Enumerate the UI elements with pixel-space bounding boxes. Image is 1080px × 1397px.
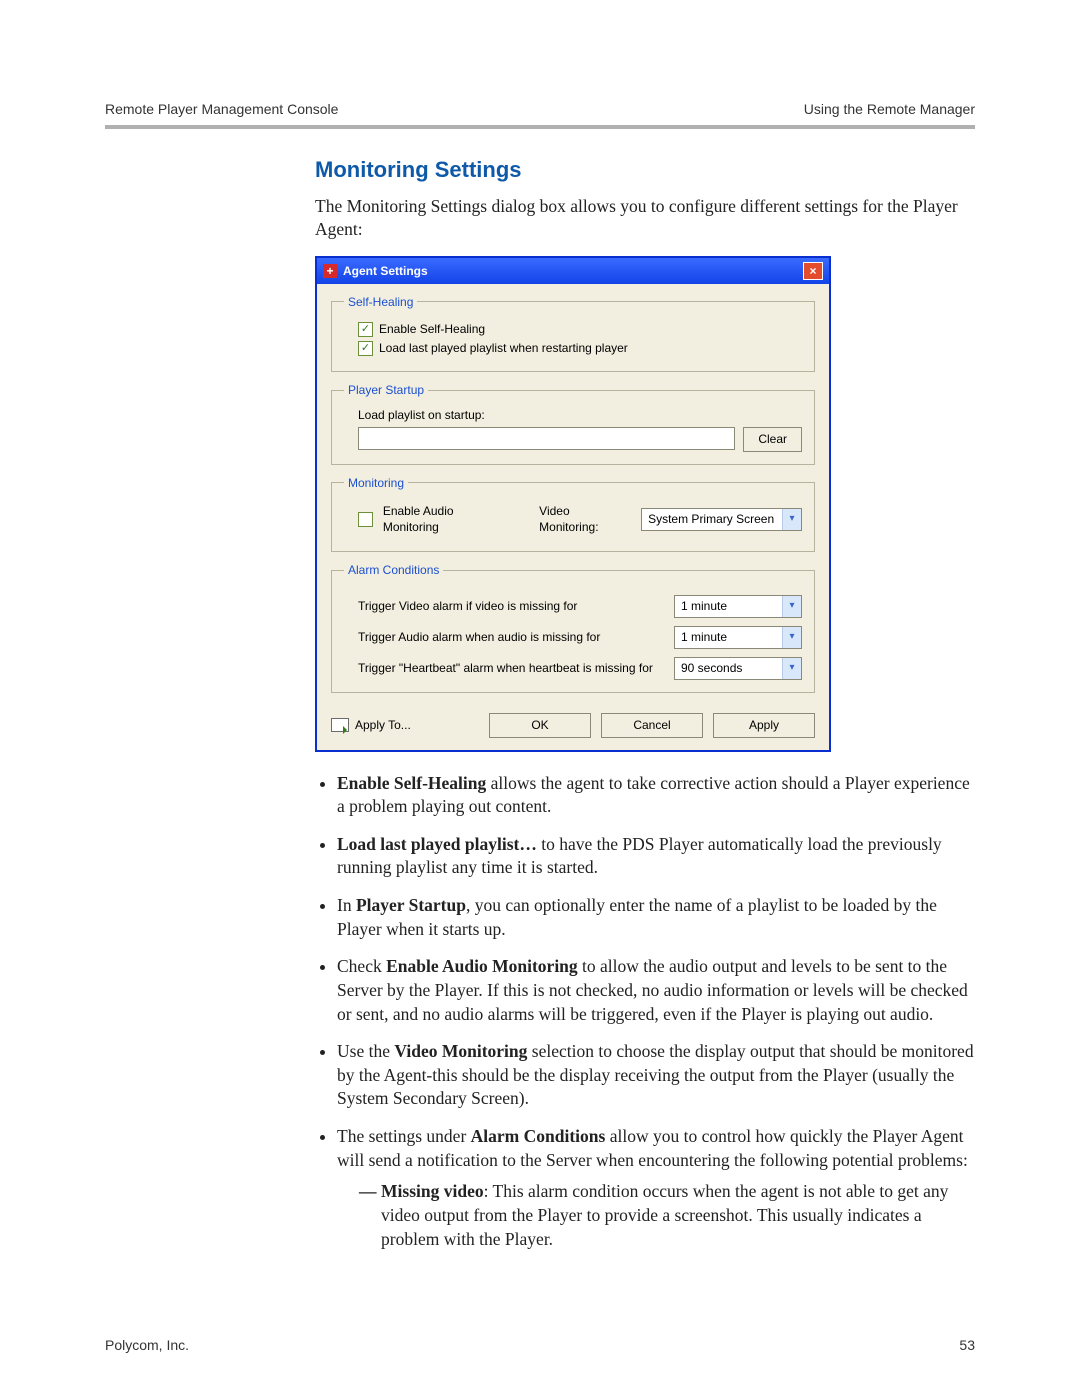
- checkbox-enable-audio-monitoring[interactable]: ✓: [358, 512, 373, 527]
- label-video-monitoring: Video Monitoring:: [539, 503, 631, 535]
- page-header: Remote Player Management Console Using t…: [105, 100, 975, 119]
- input-startup-playlist[interactable]: [358, 427, 735, 450]
- list-item: In Player Startup, you can optionally en…: [337, 894, 975, 941]
- label-enable-audio-monitoring: Enable Audio Monitoring: [383, 503, 511, 535]
- select-heartbeat-alarm-value: 90 seconds: [681, 660, 742, 676]
- list-item: Enable Self-Healing allows the agent to …: [337, 772, 975, 819]
- list-item: The settings under Alarm Conditions allo…: [337, 1125, 975, 1251]
- header-right: Using the Remote Manager: [804, 100, 975, 119]
- chevron-down-icon: ▾: [782, 596, 801, 617]
- section-title: Monitoring Settings: [315, 155, 975, 185]
- list-item: Check Enable Audio Monitoring to allow t…: [337, 955, 975, 1026]
- select-audio-alarm[interactable]: 1 minute ▾: [674, 626, 802, 649]
- checkbox-enable-self-healing[interactable]: ✓: [358, 322, 373, 337]
- term-missing-video: Missing video: [381, 1181, 484, 1201]
- text: Check: [337, 956, 386, 976]
- chevron-down-icon: ▾: [782, 658, 801, 679]
- legend-monitoring: Monitoring: [344, 475, 408, 491]
- page-number: 53: [959, 1336, 975, 1355]
- header-left: Remote Player Management Console: [105, 100, 338, 119]
- legend-alarm-conditions: Alarm Conditions: [344, 562, 443, 578]
- term-load-last-playlist: Load last played playlist…: [337, 834, 537, 854]
- chevron-down-icon: ▾: [782, 509, 801, 530]
- app-icon: +: [323, 264, 337, 278]
- cancel-button[interactable]: Cancel: [601, 713, 703, 738]
- group-monitoring: Monitoring ✓ Enable Audio Monitoring Vid…: [331, 475, 815, 553]
- select-video-monitoring-value: System Primary Screen: [648, 511, 774, 527]
- label-heartbeat-alarm: Trigger "Heartbeat" alarm when heartbeat…: [358, 660, 653, 676]
- select-video-alarm-value: 1 minute: [681, 598, 727, 614]
- group-self-healing: Self-Healing ✓ Enable Self-Healing ✓ Loa…: [331, 294, 815, 373]
- select-video-alarm[interactable]: 1 minute ▾: [674, 595, 802, 618]
- close-icon[interactable]: ×: [803, 262, 823, 280]
- label-video-alarm: Trigger Video alarm if video is missing …: [358, 598, 577, 614]
- legend-self-healing: Self-Healing: [344, 294, 417, 310]
- text: The settings under: [337, 1126, 471, 1146]
- apply-to-icon: [331, 718, 349, 732]
- term-video-monitoring: Video Monitoring: [394, 1041, 527, 1061]
- feature-list: Enable Self-Healing allows the agent to …: [315, 772, 975, 1252]
- label-load-playlist-on-startup: Load playlist on startup:: [358, 407, 802, 423]
- apply-to-label: Apply To...: [355, 717, 411, 733]
- apply-to-button[interactable]: Apply To...: [331, 717, 411, 733]
- group-alarm-conditions: Alarm Conditions Trigger Video alarm if …: [331, 562, 815, 692]
- intro-paragraph: The Monitoring Settings dialog box allow…: [315, 195, 975, 242]
- checkbox-load-last-playlist[interactable]: ✓: [358, 341, 373, 356]
- text: Use the: [337, 1041, 394, 1061]
- apply-button[interactable]: Apply: [713, 713, 815, 738]
- dialog-titlebar[interactable]: + Agent Settings ×: [317, 258, 829, 284]
- chevron-down-icon: ▾: [782, 627, 801, 648]
- select-heartbeat-alarm[interactable]: 90 seconds ▾: [674, 657, 802, 680]
- select-video-monitoring[interactable]: System Primary Screen ▾: [641, 508, 802, 531]
- text: In: [337, 895, 356, 915]
- agent-settings-dialog: + Agent Settings × Self-Healing ✓ Enable…: [315, 256, 831, 752]
- term-player-startup: Player Startup: [356, 895, 466, 915]
- select-audio-alarm-value: 1 minute: [681, 629, 727, 645]
- term-alarm-conditions: Alarm Conditions: [471, 1126, 606, 1146]
- list-item: Missing video: This alarm condition occu…: [359, 1180, 975, 1251]
- list-item: Use the Video Monitoring selection to ch…: [337, 1040, 975, 1111]
- clear-button[interactable]: Clear: [743, 427, 802, 452]
- footer-company: Polycom, Inc.: [105, 1336, 189, 1355]
- dialog-title: Agent Settings: [343, 263, 428, 279]
- ok-button[interactable]: OK: [489, 713, 591, 738]
- page-footer: Polycom, Inc. 53: [105, 1336, 975, 1355]
- label-load-last-playlist: Load last played playlist when restartin…: [379, 340, 628, 356]
- label-enable-self-healing: Enable Self-Healing: [379, 321, 485, 337]
- legend-player-startup: Player Startup: [344, 382, 428, 398]
- label-audio-alarm: Trigger Audio alarm when audio is missin…: [358, 629, 600, 645]
- header-divider: [105, 125, 975, 129]
- sub-list: Missing video: This alarm condition occu…: [337, 1180, 975, 1251]
- group-player-startup: Player Startup Load playlist on startup:…: [331, 382, 815, 464]
- term-enable-audio-monitoring: Enable Audio Monitoring: [386, 956, 578, 976]
- term-enable-self-healing: Enable Self-Healing: [337, 773, 486, 793]
- list-item: Load last played playlist… to have the P…: [337, 833, 975, 880]
